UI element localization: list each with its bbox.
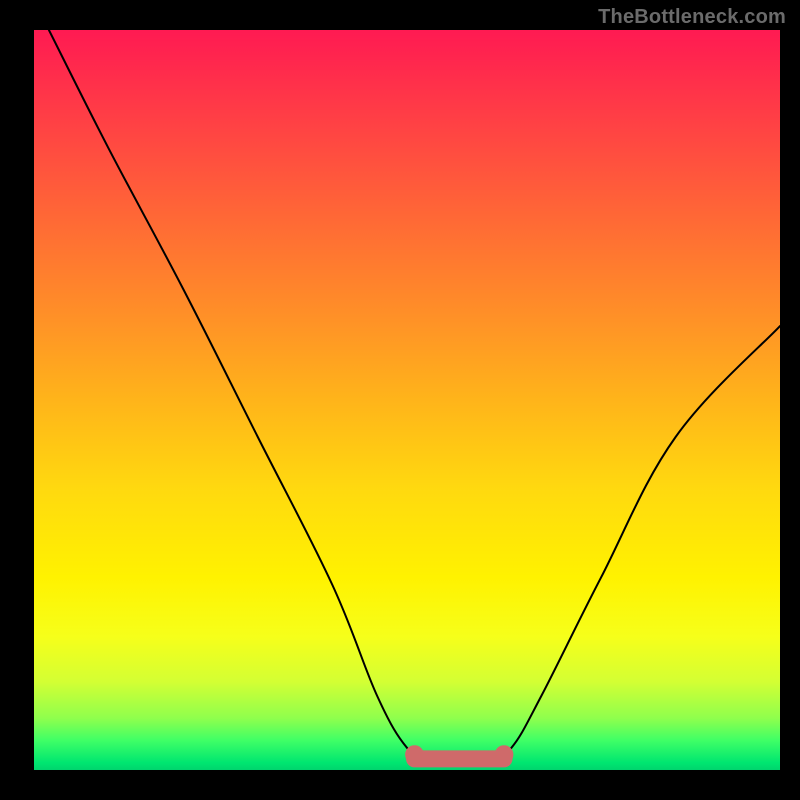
watermark-text: TheBottleneck.com xyxy=(598,6,786,29)
chart-frame: TheBottleneck.com xyxy=(0,0,800,800)
bottleneck-curve xyxy=(34,30,780,770)
plot-area xyxy=(34,30,780,770)
